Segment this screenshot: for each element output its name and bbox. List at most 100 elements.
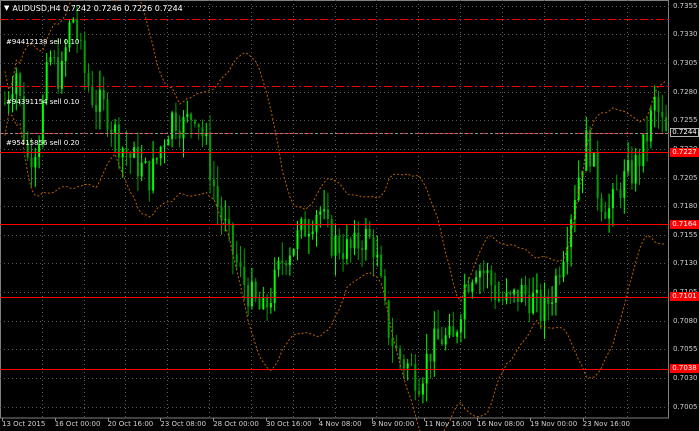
- candle-bear: [604, 211, 607, 219]
- candle-bull: [475, 277, 478, 283]
- candle-bear: [501, 299, 504, 301]
- candle-bear: [258, 298, 261, 310]
- candle-bear: [516, 289, 519, 303]
- ohlc-readout: 0.7242 0.7246 0.7226 0.7244: [63, 3, 183, 13]
- candle-bear: [76, 19, 79, 40]
- price-tick-label: 0.7080: [673, 316, 698, 325]
- candle-bull: [45, 62, 48, 101]
- time-tick-label: 16 Nov 08:00: [477, 420, 525, 428]
- price-tick-label: 0.7005: [673, 402, 698, 411]
- candle-bull: [421, 383, 424, 395]
- candle-bear: [342, 252, 345, 259]
- candle-bear: [243, 266, 246, 286]
- candle-bull: [334, 235, 337, 256]
- candle-bull: [353, 232, 356, 249]
- chart-window[interactable]: ▼ AUDUSD,H4 0.7242 0.7246 0.7226 0.7244 …: [0, 0, 699, 431]
- candle-bull: [41, 100, 44, 144]
- candle-bear: [482, 270, 485, 274]
- order-label-1[interactable]: #94412138 sell 0.10: [6, 38, 79, 46]
- candle-bull: [163, 145, 166, 147]
- candle-bull: [459, 319, 462, 333]
- candle-bull: [269, 303, 272, 308]
- candle-bull: [60, 61, 63, 89]
- candle-bull: [319, 211, 322, 215]
- time-tick-label: 16 Oct 00:00: [54, 420, 101, 428]
- candle-bull: [155, 158, 158, 160]
- candle-bull: [311, 231, 314, 234]
- candle-bull: [152, 158, 155, 191]
- price-tick-label: 0.7180: [673, 202, 698, 211]
- candle-bear: [254, 281, 257, 299]
- price-tick-label: 0.7280: [673, 87, 698, 96]
- price-tick-label: 0.7055: [673, 345, 698, 354]
- candle-bull: [444, 335, 447, 345]
- candle-bear: [615, 189, 618, 191]
- candle-bull: [323, 209, 326, 212]
- chart-header: ▼ AUDUSD,H4 0.7242 0.7246 0.7226 0.7244: [4, 2, 183, 14]
- candle-bull: [296, 230, 299, 249]
- candle-bull: [425, 353, 428, 384]
- price-tick-label: 0.7305: [673, 58, 698, 67]
- candle-bull: [608, 208, 611, 219]
- candle-bear: [79, 39, 82, 41]
- candle-bull: [585, 130, 588, 172]
- candle-bull: [592, 152, 595, 167]
- candle-bear: [285, 263, 288, 266]
- candle-bull: [114, 124, 117, 133]
- candle-bull: [171, 112, 174, 140]
- level-price-tag: 0.7227: [670, 147, 699, 157]
- candle-bull: [642, 134, 645, 167]
- candle-bear: [509, 292, 512, 295]
- candle-bear: [596, 152, 599, 199]
- candle-bull: [376, 254, 379, 258]
- price-tick-label: 0.7130: [673, 259, 698, 268]
- candle-bull: [543, 296, 546, 321]
- candle-bear: [87, 73, 90, 87]
- candle-bull: [250, 281, 253, 307]
- candle-bear: [19, 73, 22, 96]
- price-tick-label: 0.7255: [673, 116, 698, 125]
- candle-bull: [456, 332, 459, 337]
- candle-bear: [418, 390, 421, 395]
- candle-bear: [212, 179, 215, 187]
- candle-bull: [566, 247, 569, 262]
- candle-bear: [30, 157, 33, 168]
- candle-bull: [554, 275, 557, 303]
- candle-bear: [247, 285, 250, 307]
- candle-bear: [646, 134, 649, 142]
- candle-bull: [532, 293, 535, 314]
- candle-bear: [216, 186, 219, 207]
- candle-bear: [524, 284, 527, 295]
- order-label-3[interactable]: #95415856 sell 0.20: [6, 139, 79, 147]
- price-tick-label: 0.7205: [673, 173, 698, 182]
- candle-bull: [364, 228, 367, 250]
- candle-bull: [573, 200, 576, 220]
- candle-bull: [186, 113, 189, 118]
- candle-bull: [505, 292, 508, 301]
- candle-bull: [634, 154, 637, 184]
- candle-bull: [551, 302, 554, 304]
- candle-bull: [64, 47, 67, 62]
- candle-bull: [167, 139, 170, 146]
- candle-bull: [623, 171, 626, 198]
- candle-bull: [562, 261, 565, 278]
- price-chart[interactable]: [0, 0, 699, 431]
- candle-bear: [490, 270, 493, 286]
- candle-bull: [98, 89, 101, 112]
- candle-bear: [193, 120, 196, 124]
- candle-bear: [600, 198, 603, 212]
- candle-bear: [630, 160, 633, 184]
- candle-bear: [281, 260, 284, 264]
- time-tick-label: 9 Nov 00:00: [371, 420, 415, 428]
- candle-bull: [315, 214, 318, 232]
- candle-bear: [383, 276, 386, 301]
- candle-bull: [649, 110, 652, 142]
- candle-bear: [440, 339, 443, 345]
- candle-bear: [220, 206, 223, 221]
- candle-bull: [72, 19, 75, 23]
- candle-bull: [611, 189, 614, 209]
- order-label-2[interactable]: #94391154 sell 0.10: [6, 98, 79, 106]
- time-tick-label: 20 Oct 16:00: [107, 420, 154, 428]
- candle-bull: [345, 239, 348, 259]
- time-tick-label: 11 Nov 16:00: [424, 420, 472, 428]
